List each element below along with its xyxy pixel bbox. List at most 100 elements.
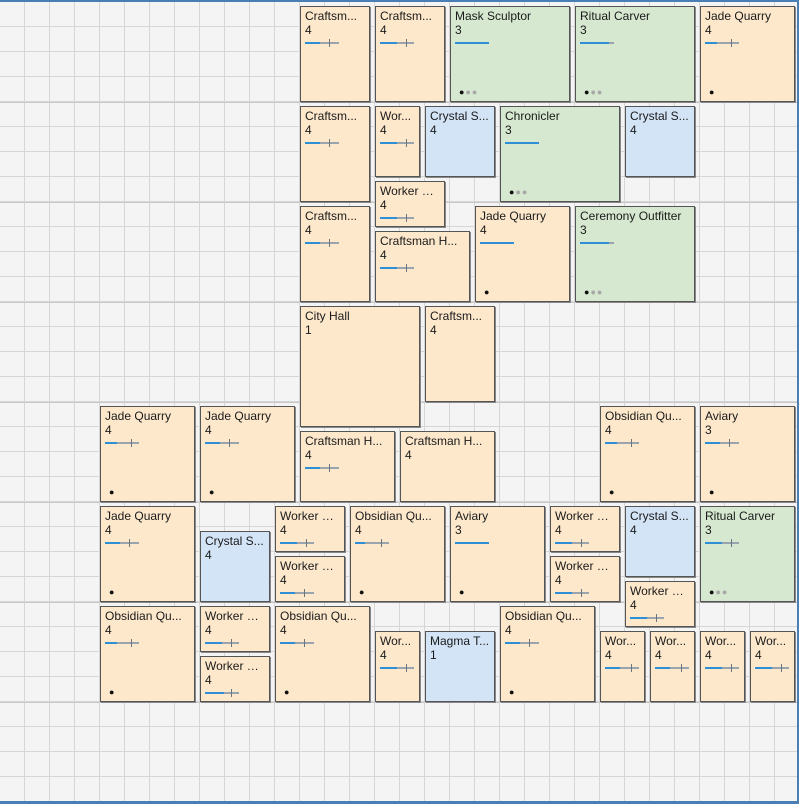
worker-slots-indicator: ●●● — [509, 187, 529, 197]
production-progress-bar — [105, 439, 139, 447]
building-tile-obsidian-qu[interactable]: Obsidian Qu... 4 ● — [350, 506, 445, 602]
building-tile-city-hall[interactable]: City Hall 1 — [300, 306, 420, 427]
building-name: Wor... — [655, 634, 687, 648]
production-progress-bar — [305, 139, 339, 147]
building-tile-obsidian-qu[interactable]: Obsidian Qu... 4 ● — [275, 606, 370, 702]
building-tile-worker-h[interactable]: Worker H... 4 — [375, 181, 445, 227]
building-level: 4 — [105, 523, 112, 537]
building-tile-worker-h[interactable]: Worker H... 4 — [550, 556, 620, 602]
progress-marker — [231, 689, 232, 697]
progress-marker — [729, 439, 730, 447]
building-level: 3 — [580, 223, 587, 237]
city-grid-board[interactable]: Craftsm... 4 Craftsm... 4 Mask Sculptor 3 ●●● R… — [0, 0, 799, 804]
progress-fill — [580, 242, 609, 244]
building-tile-crystal-s[interactable]: Crystal S... 4 — [625, 506, 695, 577]
building-tile-crystal-s[interactable]: Crystal S... 4 — [200, 531, 270, 602]
building-tile-jade-quarry[interactable]: Jade Quarry 4 ● — [475, 206, 570, 302]
building-tile-wor[interactable]: Wor... 4 — [650, 631, 695, 702]
building-level: 4 — [380, 123, 387, 137]
building-level: 4 — [705, 648, 712, 662]
building-level: 4 — [205, 623, 212, 637]
progress-marker — [631, 664, 632, 672]
progress-marker — [231, 639, 232, 647]
progress-marker — [406, 264, 407, 272]
building-tile-craftsm[interactable]: Craftsm... 4 — [425, 306, 495, 402]
building-tile-craftsm[interactable]: Craftsm... 4 — [300, 6, 370, 102]
progress-marker — [731, 39, 732, 47]
building-tile-craftsm[interactable]: Craftsm... 4 — [300, 206, 370, 302]
building-tile-worker-h[interactable]: Worker H... 4 — [275, 556, 345, 602]
building-tile-worker-h[interactable]: Worker H... 4 — [200, 606, 270, 652]
building-name: Craftsm... — [430, 309, 483, 323]
building-tile-aviary[interactable]: Aviary 3 ● — [450, 506, 545, 602]
building-tile-worker-h[interactable]: Worker H... 4 — [275, 506, 345, 552]
building-tile-craftsman-h[interactable]: Craftsman H... 4 — [300, 431, 395, 502]
progress-fill — [105, 642, 117, 644]
production-progress-bar — [580, 39, 614, 47]
building-tile-craftsm[interactable]: Craftsm... 4 — [375, 6, 445, 102]
building-name: Worker H... — [555, 559, 615, 573]
production-progress-bar — [380, 139, 414, 147]
building-tile-wor[interactable]: Wor... 4 — [600, 631, 645, 702]
building-level: 4 — [280, 523, 287, 537]
building-level: 3 — [705, 523, 712, 537]
building-tile-jade-quarry[interactable]: Jade Quarry 4 ● — [100, 506, 195, 602]
building-name: Aviary — [705, 409, 739, 423]
building-tile-jade-quarry[interactable]: Jade Quarry 4 ● — [100, 406, 195, 502]
building-level: 4 — [705, 23, 712, 37]
building-tile-craftsman-h[interactable]: Craftsman H... 4 — [375, 231, 470, 302]
building-name: Wor... — [380, 109, 412, 123]
building-tile-obsidian-qu[interactable]: Obsidian Qu... 4 ● — [100, 606, 195, 702]
building-level: 4 — [605, 423, 612, 437]
building-tile-ritual-carver[interactable]: Ritual Carver 3 ●●● — [575, 6, 695, 102]
building-level: 3 — [505, 123, 512, 137]
building-name: Magma T... — [430, 634, 490, 648]
building-level: 4 — [355, 523, 362, 537]
building-tile-wor[interactable]: Wor... 4 — [700, 631, 745, 702]
progress-fill — [105, 442, 117, 444]
building-name: Obsidian Qu... — [280, 609, 357, 623]
building-tile-craftsm[interactable]: Craftsm... 4 — [300, 106, 370, 202]
building-tile-magma-t[interactable]: Magma T... 1 — [425, 631, 495, 702]
building-tile-ritual-carver[interactable]: Ritual Carver 3 ●●● — [700, 506, 795, 602]
building-tile-obsidian-qu[interactable]: Obsidian Qu... 4 ● — [600, 406, 695, 502]
building-tile-ceremony-outfitter[interactable]: Ceremony Outfitter 3 ●●● — [575, 206, 695, 302]
building-level: 4 — [105, 423, 112, 437]
worker-slots-indicator: ●●● — [584, 87, 604, 97]
worker-slot-indicator: ● — [509, 687, 516, 697]
building-name: Worker H... — [380, 184, 440, 198]
building-tile-crystal-s[interactable]: Crystal S... 4 — [425, 106, 495, 177]
building-tile-chronicler[interactable]: Chronicler 3 ●●● — [500, 106, 620, 202]
progress-fill — [305, 142, 320, 144]
building-name: Worker H... — [280, 559, 340, 573]
worker-slots-indicator: ●●● — [584, 287, 604, 297]
building-tile-jade-quarry[interactable]: Jade Quarry 4 ● — [700, 6, 795, 102]
building-name: Jade Quarry — [105, 509, 172, 523]
production-progress-bar — [705, 539, 739, 547]
building-tile-obsidian-qu[interactable]: Obsidian Qu... 4 ● — [500, 606, 595, 702]
production-progress-bar — [480, 239, 514, 247]
building-tile-worker-h[interactable]: Worker H... 4 — [550, 506, 620, 552]
building-tile-worker-h[interactable]: Worker H... 4 — [200, 656, 270, 702]
building-tile-wor[interactable]: Wor... 4 — [375, 106, 420, 177]
building-name: Jade Quarry — [705, 9, 772, 23]
building-name: Worker H... — [555, 509, 615, 523]
building-name: Craftsman H... — [380, 234, 458, 248]
production-progress-bar — [605, 439, 639, 447]
production-progress-bar — [280, 589, 314, 597]
grid-row-divider — [0, 302, 797, 303]
building-name: Wor... — [705, 634, 737, 648]
production-progress-bar — [305, 464, 339, 472]
worker-slot-indicator: ● — [459, 587, 466, 597]
building-tile-mask-sculptor[interactable]: Mask Sculptor 3 ●●● — [450, 6, 570, 102]
building-tile-worker-h[interactable]: Worker H... 4 — [625, 581, 695, 627]
building-tile-jade-quarry[interactable]: Jade Quarry 4 ● — [200, 406, 295, 502]
building-tile-aviary[interactable]: Aviary 3 ● — [700, 406, 795, 502]
progress-marker — [329, 39, 330, 47]
production-progress-bar — [655, 664, 689, 672]
building-tile-craftsman-h[interactable]: Craftsman H... 4 — [400, 431, 495, 502]
building-tile-wor[interactable]: Wor... 4 — [375, 631, 420, 702]
building-tile-wor[interactable]: Wor... 4 — [750, 631, 795, 702]
building-tile-crystal-s[interactable]: Crystal S... 4 — [625, 106, 695, 177]
progress-fill — [505, 642, 520, 644]
